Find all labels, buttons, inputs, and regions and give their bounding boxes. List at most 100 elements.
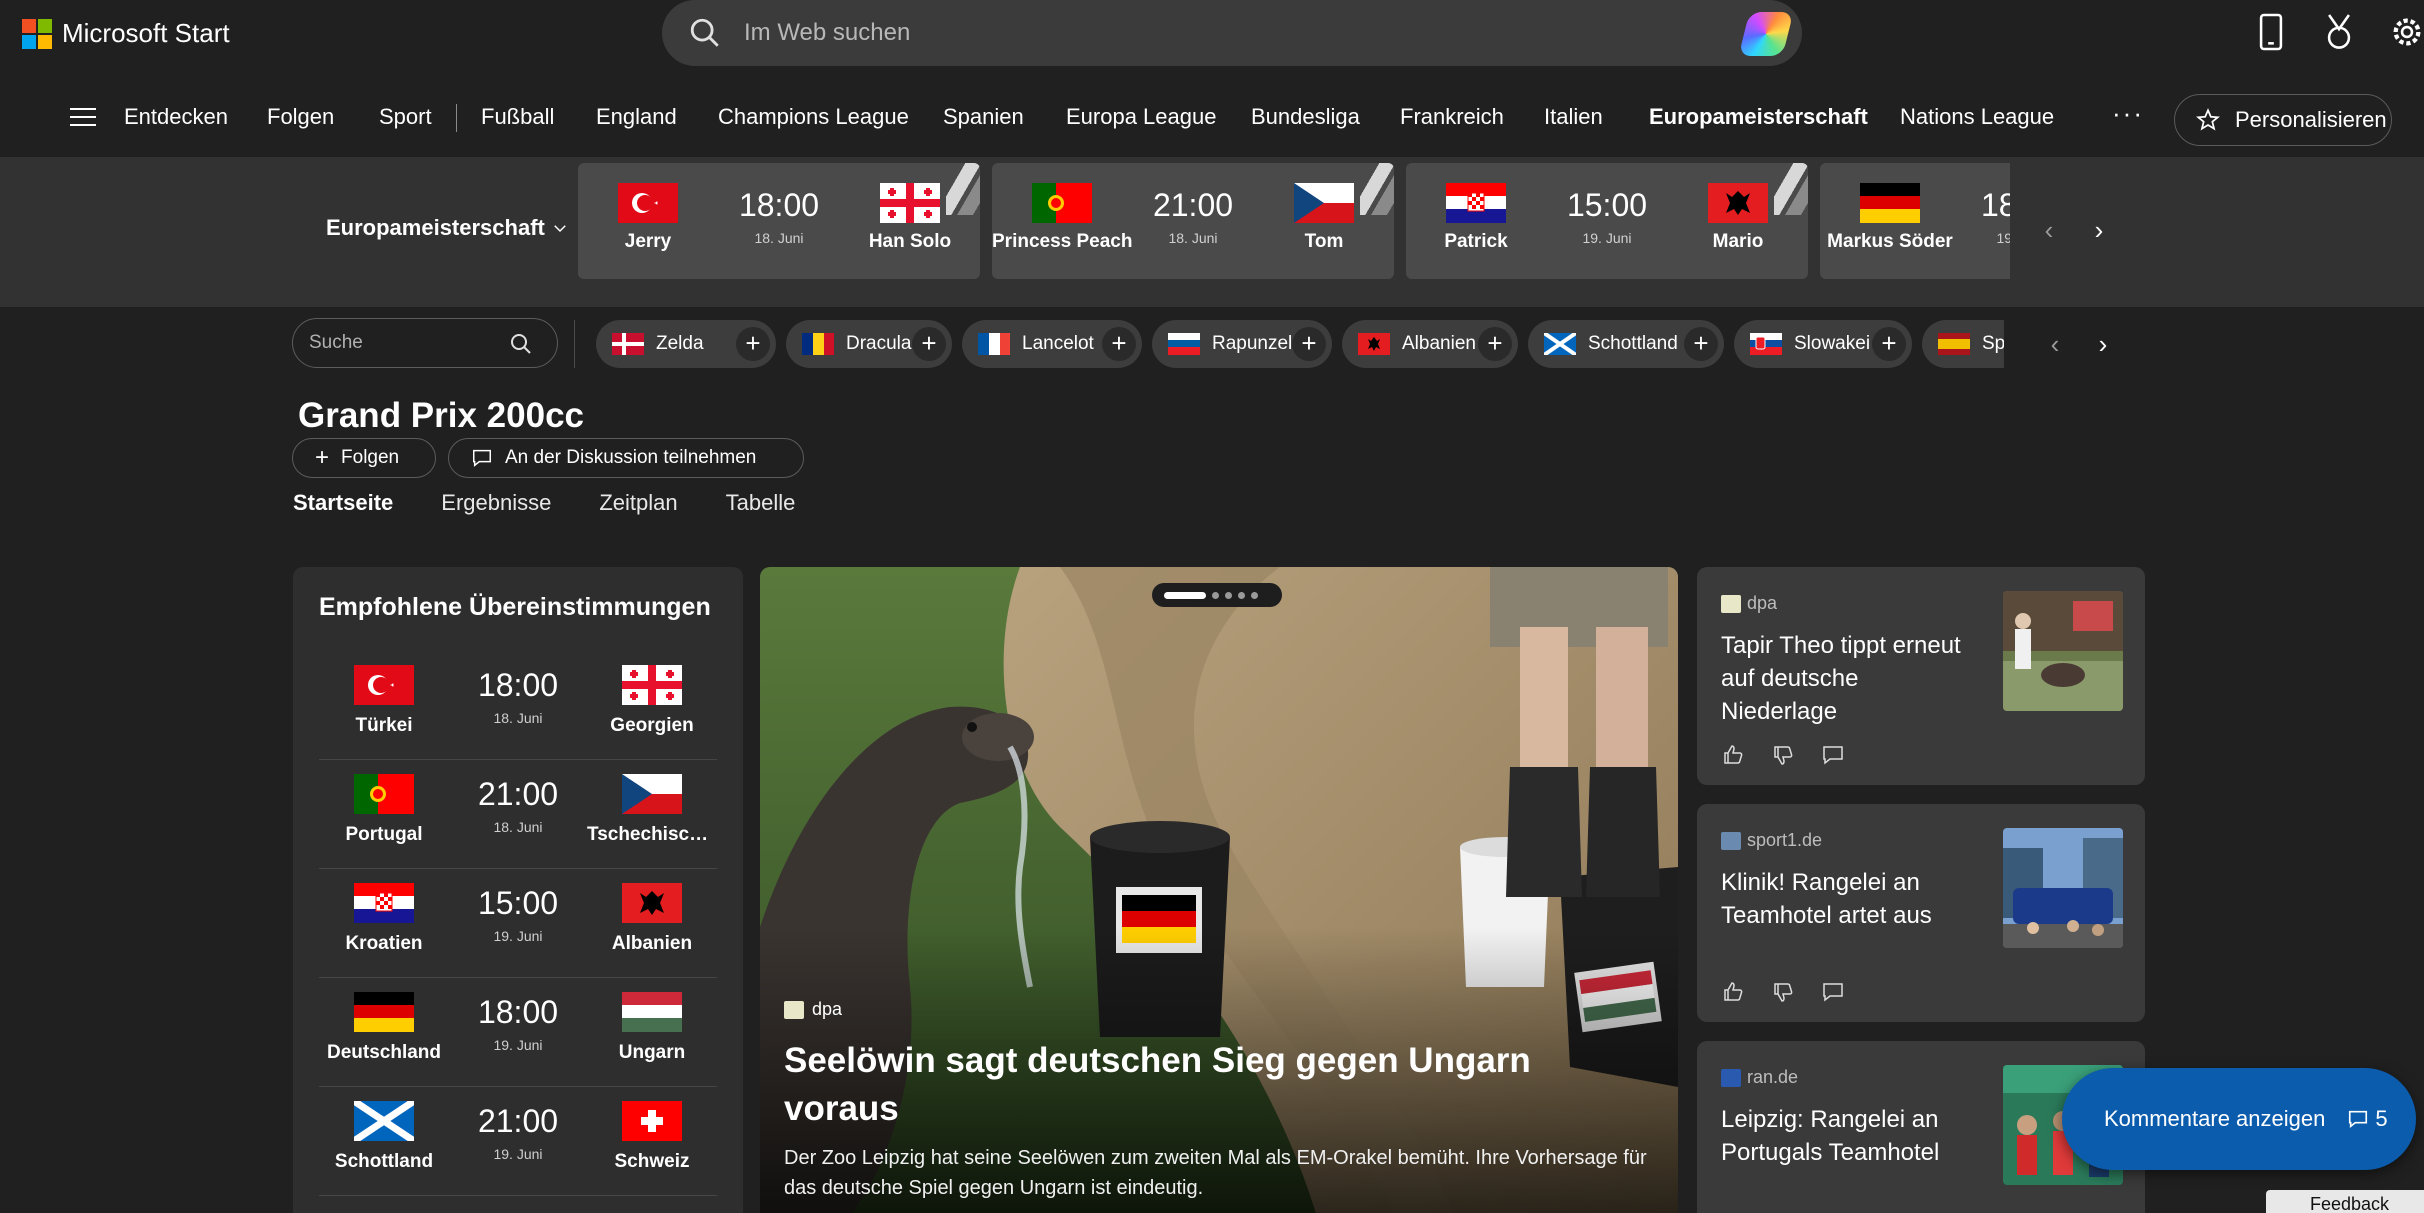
match-row[interactable]: Türkei 18:00 18. Juni Georgien — [319, 651, 717, 760]
comment-icon — [2349, 1110, 2368, 1129]
menu-hamburger-icon[interactable] — [70, 108, 96, 128]
tab-tabelle[interactable]: Tabelle — [726, 490, 796, 516]
follow-plus-icon[interactable]: + — [1478, 327, 1512, 361]
join-discussion-label: An der Diskussion teilnehmen — [505, 447, 757, 468]
news-thumbnail-image — [2003, 828, 2123, 948]
match-row[interactable]: Schottland 21:00 19. Juni Schweiz — [319, 1087, 717, 1196]
news-actions — [1721, 980, 1845, 1004]
match-row[interactable]: Deutschland 18:00 19. Juni Ungarn — [319, 978, 717, 1087]
scores-next-chevron-right-icon[interactable]: › — [2084, 215, 2114, 245]
scores-prev-chevron-left-icon[interactable]: ‹ — [2034, 215, 2064, 245]
chips-prev-chevron-left-icon[interactable]: ‹ — [2040, 329, 2070, 359]
nav-item-entdecken[interactable]: Entdecken — [124, 104, 228, 130]
dpa-logo-icon — [1721, 594, 1741, 613]
news-source-name: sport1.de — [1747, 830, 1823, 850]
news-card[interactable]: dpa Tapir Theo tippt erneut auf deutsche… — [1697, 567, 2145, 785]
follow-plus-icon[interactable]: + — [1292, 327, 1326, 361]
follow-plus-icon[interactable]: + — [1102, 327, 1136, 361]
match-time: 21:00 — [477, 1103, 559, 1139]
thumbs-up-icon[interactable] — [1721, 743, 1745, 767]
follow-plus-icon[interactable]: + — [1872, 327, 1906, 361]
match-date: 18. Juni — [493, 819, 543, 835]
team-chip[interactable]: Schottland + — [1528, 320, 1724, 368]
nav-item-folgen[interactable]: Folgen — [267, 104, 334, 130]
copilot-icon[interactable] — [1738, 12, 1794, 56]
nav-item-italien[interactable]: Italien — [1544, 104, 1603, 130]
score-card[interactable]: Jerry 18:00 18. Juni Han Solo — [578, 163, 980, 279]
team-filter-input[interactable] — [309, 329, 489, 357]
match-row[interactable]: Kroatien 15:00 19. Juni Albanien — [319, 869, 717, 978]
thumbs-down-icon[interactable] — [1771, 980, 1795, 1004]
nav-item-europa-league[interactable]: Europa League — [1066, 104, 1216, 130]
nav-item-nations-league[interactable]: Nations League — [1900, 104, 2054, 130]
tab-ergebnisse[interactable]: Ergebnisse — [441, 490, 551, 516]
nav-item-champions-league[interactable]: Champions League — [718, 104, 909, 130]
nav-item-frankreich[interactable]: Frankreich — [1400, 104, 1504, 130]
nav-item-europameisterschaft[interactable]: Europameisterschaft — [1649, 104, 1868, 130]
chips-next-chevron-right-icon[interactable]: › — [2088, 329, 2118, 359]
news-headline[interactable]: Leipzig: Rangelei an Portugals Teamhotel — [1721, 1103, 1981, 1169]
croatia-flag-icon — [354, 883, 414, 923]
team-chip-label: Schottland — [1588, 333, 1678, 354]
show-comments-button[interactable]: Kommentare anzeigen 5 — [2062, 1068, 2416, 1170]
news-card[interactable]: sport1.de Klinik! Rangelei an Teamhotel … — [1697, 804, 2145, 1022]
team-chip[interactable]: Lancelot + — [962, 320, 1142, 368]
phone-icon[interactable] — [2254, 12, 2288, 52]
thumbs-up-icon[interactable] — [1721, 980, 1745, 1004]
nav-item-england[interactable]: England — [596, 104, 677, 130]
comment-icon[interactable] — [1821, 980, 1845, 1004]
page-title: Grand Prix 200cc — [298, 396, 584, 435]
score-card[interactable]: Markus Söder 18:00 19. Juni — [1820, 163, 2010, 279]
match-date: 18. Juni — [1168, 230, 1218, 246]
competition-selector[interactable]: Europameisterschaft — [326, 215, 569, 241]
team-chip[interactable]: Spanien — [1922, 320, 2004, 368]
hero-article-card[interactable]: dpa Seelöwin sagt deutschen Sieg gegen U… — [760, 567, 1678, 1213]
portugal-flag-icon — [354, 774, 414, 814]
microsoft-logo-icon — [22, 18, 52, 49]
nav-more-button[interactable]: ··· — [2112, 98, 2144, 129]
team-chip-label: Rapunzel — [1212, 333, 1293, 354]
team-chip[interactable]: Zelda + — [596, 320, 776, 368]
team-chip[interactable]: Albanien + — [1342, 320, 1518, 368]
hero-headline[interactable]: Seelöwin sagt deutschen Sieg gegen Ungar… — [784, 1037, 1644, 1133]
rewards-icon[interactable] — [2322, 12, 2356, 52]
join-discussion-button[interactable]: An der Diskussion teilnehmen — [448, 438, 804, 478]
tab-startseite[interactable]: Startseite — [293, 490, 393, 516]
home-team-name: Türkei — [355, 715, 413, 736]
hero-source: dpa — [784, 999, 842, 1020]
news-headline[interactable]: Tapir Theo tippt erneut auf deutsche Nie… — [1721, 629, 1981, 728]
news-headline[interactable]: Klinik! Rangelei an Teamhotel artet aus — [1721, 866, 1981, 932]
away-team-name: Mario — [1712, 231, 1764, 252]
match-date: 19. Juni — [1996, 230, 2010, 246]
settings-gear-icon[interactable] — [2390, 12, 2424, 52]
match-row[interactable]: Portugal 21:00 18. Juni Tschechische... — [319, 760, 717, 869]
score-card[interactable]: Patrick 15:00 19. Juni Mario — [1406, 163, 1808, 279]
carousel-pagination[interactable] — [1152, 583, 1282, 607]
team-filter-search[interactable] — [292, 318, 558, 368]
web-search-input[interactable] — [744, 14, 1644, 52]
nav-item-spanien[interactable]: Spanien — [943, 104, 1024, 130]
nav-item-sport[interactable]: Sport — [379, 104, 432, 130]
hero-source-name: dpa — [812, 999, 843, 1019]
match-date: 19. Juni — [493, 1037, 543, 1053]
team-chip[interactable]: Dracula + — [786, 320, 952, 368]
web-search-bar[interactable] — [662, 0, 1802, 66]
microsoft-start-logo[interactable]: Microsoft Start — [22, 18, 230, 49]
nav-item-fussball[interactable]: Fußball — [481, 104, 554, 130]
nav-item-bundesliga[interactable]: Bundesliga — [1251, 104, 1360, 130]
feedback-button[interactable]: Feedback — [2266, 1190, 2424, 1213]
follow-plus-icon[interactable]: + — [912, 327, 946, 361]
follow-plus-icon[interactable]: + — [1684, 327, 1718, 361]
match-time: 18:00 — [477, 994, 559, 1030]
match-time: 18:00 — [1980, 187, 2010, 223]
thumbs-down-icon[interactable] — [1771, 743, 1795, 767]
score-card[interactable]: Princess Peach 21:00 18. Juni Tom — [992, 163, 1394, 279]
personalize-button[interactable]: Personalisieren — [2174, 94, 2392, 146]
tab-zeitplan[interactable]: Zeitplan — [599, 490, 677, 516]
follow-button[interactable]: + Folgen — [292, 438, 436, 478]
plus-icon: + — [315, 444, 330, 471]
comment-icon[interactable] — [1821, 743, 1845, 767]
team-chip[interactable]: Slowakei + — [1734, 320, 1912, 368]
follow-plus-icon[interactable]: + — [736, 327, 770, 361]
team-chip[interactable]: Rapunzel + — [1152, 320, 1332, 368]
